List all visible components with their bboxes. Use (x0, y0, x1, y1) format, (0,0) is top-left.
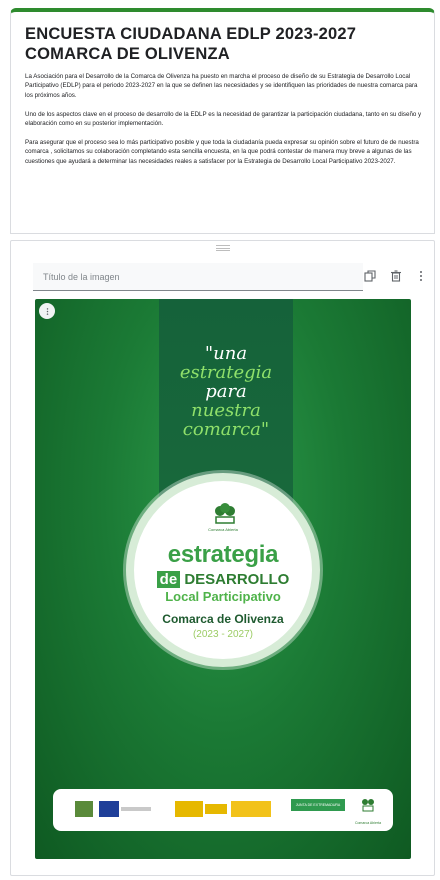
comarca-logo-icon (215, 503, 235, 524)
poster-de: de (156, 571, 181, 588)
quote-line: estrategia (179, 362, 273, 383)
poster-image: "una estrategia para nuestra comarca" Co… (35, 299, 411, 859)
poster-quote: "una estrategia para nuestra comarca" (159, 344, 293, 439)
poster-subheading: de DESARROLLO (134, 571, 312, 588)
description-paragraph: Para asegurar que el proceso sea lo más … (25, 138, 419, 165)
poster-desarrollo: DESARROLLO (184, 571, 290, 588)
ministry-logo (205, 804, 227, 814)
quote-line: "una (204, 343, 248, 364)
junta-extremadura-logo: JUNTA DE EXTREMADURA (291, 799, 345, 811)
sponsor-logos-bar: JUNTA DE EXTREMADURA Comarca Abierta (53, 789, 393, 831)
sponsor-logo-caption: Comarca Abierta (354, 821, 382, 825)
poster-heading: estrategia (167, 541, 279, 568)
poster-years: (2023 - 2027) (192, 629, 254, 640)
delete-icon[interactable] (387, 267, 405, 285)
quote-line: para (205, 381, 247, 402)
eu-flag-icon (99, 801, 119, 817)
drag-handle-icon[interactable] (216, 245, 230, 251)
leader-logo-icon (75, 801, 93, 817)
poster-comarca: Comarca de Olivenza (162, 612, 284, 626)
spain-gov-logo-icon (175, 801, 203, 817)
image-options-icon[interactable] (39, 303, 55, 319)
form-description: La Asociación para el Desarrollo de la C… (25, 72, 422, 166)
more-vert-icon[interactable] (412, 267, 430, 285)
form-header: ENCUESTA CIUDADANA EDLP 2023-2027 COMARC… (10, 8, 435, 234)
image-item-card[interactable]: "una estrategia para nuestra comarca" Co… (10, 240, 435, 876)
logo-caption: Comarca Abierta (208, 527, 238, 532)
comarca-small-logo-icon (362, 799, 374, 812)
description-paragraph: Uno de los aspectos clave en el proceso … (25, 110, 422, 128)
eu-text-logo (121, 807, 151, 811)
ministry-banner (231, 801, 271, 817)
description-paragraph: La Asociación para el Desarrollo de la C… (25, 73, 418, 99)
poster-emblem: Comarca Abierta estrategia de DESARROLLO… (126, 473, 320, 667)
poster-local-participativo: Local Participativo (165, 589, 281, 604)
image-title-input[interactable] (33, 263, 363, 291)
copy-icon[interactable] (361, 267, 379, 285)
quote-line: nuestra (191, 400, 261, 421)
quote-line: comarca" (182, 419, 270, 440)
form-title: ENCUESTA CIUDADANA EDLP 2023-2027 COMARC… (25, 25, 357, 63)
